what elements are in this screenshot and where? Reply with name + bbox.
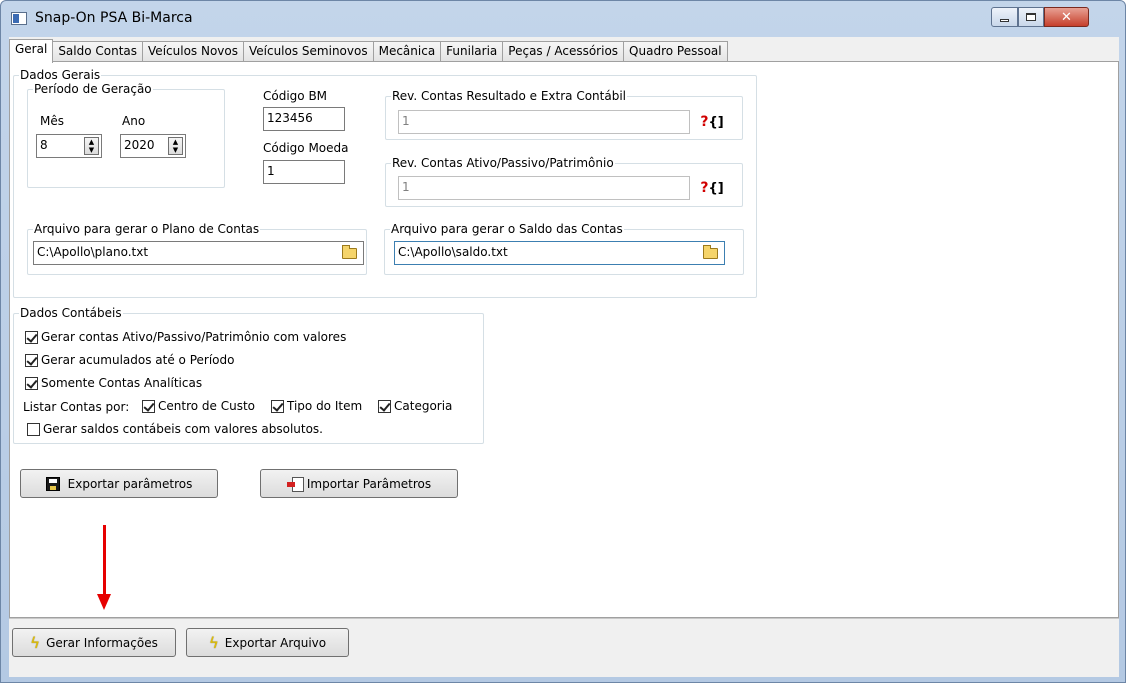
- maximize-icon: [1026, 13, 1036, 21]
- spin-down-icon: ▼: [88, 146, 95, 154]
- importar-parametros-button[interactable]: Importar Parâmetros: [260, 469, 458, 498]
- lookup-icon: ?: [700, 180, 709, 196]
- spin-down-icon: ▼: [172, 146, 179, 154]
- main-window: Snap-On PSA Bi-Marca ✕ Geral Saldo Conta…: [0, 0, 1126, 683]
- ano-spin-edit[interactable]: 2020 ▲ ▼: [120, 134, 186, 158]
- tab-strip: Geral Saldo Contas Veículos Novos Veícul…: [9, 39, 728, 63]
- window-title: Snap-On PSA Bi-Marca: [35, 10, 193, 26]
- title-bar[interactable]: Snap-On PSA Bi-Marca ✕: [1, 1, 1125, 37]
- gerar-informacoes-label: Gerar Informações: [46, 635, 158, 650]
- arquivo-saldo-input[interactable]: C:\Apollo\saldo.txt: [394, 241, 725, 265]
- exportar-parametros-label: Exportar parâmetros: [67, 476, 193, 491]
- save-icon: [45, 476, 60, 491]
- rev-ativo-input[interactable]: 1: [398, 176, 690, 200]
- tab-mecanica[interactable]: Mecânica: [373, 41, 442, 62]
- checkbox-box[interactable]: [271, 399, 284, 413]
- gerar-acumulados-label: Gerar acumulados até o Período: [41, 353, 235, 367]
- rev-resultado-lookup-button[interactable]: ?{]: [700, 110, 724, 134]
- mes-spin-edit[interactable]: 8 ▲ ▼: [36, 134, 102, 158]
- codigo-bm-label: Código BM: [263, 89, 328, 103]
- gerar-ativo-checkbox[interactable]: Gerar contas Ativo/Passivo/Patrimônio co…: [25, 330, 346, 344]
- somente-analiticas-checkbox[interactable]: Somente Contas Analíticas: [25, 376, 202, 390]
- categoria-label: Categoria: [394, 399, 453, 413]
- checkbox-box[interactable]: [25, 353, 38, 367]
- arquivo-saldo-value: C:\Apollo\saldo.txt: [398, 245, 508, 259]
- gerar-acumulados-checkbox[interactable]: Gerar acumulados até o Período: [25, 353, 234, 367]
- tab-veiculos-seminovos[interactable]: Veículos Seminovos: [243, 41, 374, 62]
- minimize-icon: [1000, 18, 1009, 22]
- close-button[interactable]: ✕: [1044, 7, 1089, 27]
- import-icon: [286, 476, 304, 492]
- exportar-arquivo-label: Exportar Arquivo: [224, 635, 327, 650]
- annotation-arrow-head-icon: [97, 594, 111, 610]
- checkbox-box[interactable]: [25, 330, 38, 344]
- codigo-moeda-input[interactable]: 1: [263, 160, 345, 184]
- checkbox-box[interactable]: [25, 376, 38, 390]
- categoria-checkbox[interactable]: Categoria: [378, 399, 452, 413]
- lightning-icon: ϟ: [30, 633, 41, 652]
- app-icon: [11, 12, 27, 25]
- checkbox-box[interactable]: [142, 399, 155, 413]
- importar-parametros-label: Importar Parâmetros: [306, 476, 432, 491]
- spin-up-icon: ▲: [88, 138, 95, 146]
- mes-value: 8: [40, 138, 48, 152]
- saldos-absolutos-checkbox[interactable]: Gerar saldos contábeis com valores absol…: [27, 422, 323, 436]
- folder-icon: [702, 244, 718, 259]
- maximize-button[interactable]: [1018, 7, 1044, 27]
- rev-resultado-input[interactable]: 1: [398, 110, 690, 134]
- tab-veiculos-novos[interactable]: Veículos Novos: [143, 41, 244, 62]
- centro-custo-label: Centro de Custo: [158, 399, 255, 413]
- ano-label: Ano: [122, 114, 146, 128]
- centro-custo-checkbox[interactable]: Centro de Custo: [142, 399, 255, 413]
- spin-up-icon: ▲: [172, 138, 179, 146]
- codigo-bm-input[interactable]: 123456: [263, 107, 345, 131]
- exportar-arquivo-button[interactable]: ϟ Exportar Arquivo: [186, 628, 349, 657]
- rev-resultado-legend: Rev. Contas Resultado e Extra Contábil: [392, 89, 626, 103]
- annotation-arrow-line: [103, 525, 106, 595]
- mes-label: Mês: [40, 114, 64, 128]
- tipo-item-label: Tipo do Item: [287, 399, 363, 413]
- codigo-moeda-label: Código Moeda: [263, 141, 349, 155]
- minimize-button[interactable]: [991, 7, 1018, 27]
- gerar-informacoes-button[interactable]: ϟ Gerar Informações: [12, 628, 176, 657]
- arquivo-plano-legend: Arquivo para gerar o Plano de Contas: [34, 222, 260, 236]
- listar-contas-label: Listar Contas por:: [23, 400, 130, 414]
- lookup-icon: ?: [700, 114, 709, 130]
- bottom-panel: ϟ Gerar Informações ϟ Exportar Arquivo: [9, 618, 1119, 677]
- tipo-item-checkbox[interactable]: Tipo do Item: [271, 399, 362, 413]
- gerar-ativo-label: Gerar contas Ativo/Passivo/Patrimônio co…: [41, 330, 347, 344]
- dados-contabeis-legend: Dados Contábeis: [20, 306, 122, 320]
- ano-spinner[interactable]: ▲ ▼: [168, 137, 183, 155]
- somente-analiticas-label: Somente Contas Analíticas: [41, 376, 203, 390]
- arquivo-saldo-browse-button[interactable]: [700, 244, 720, 262]
- checkbox-box[interactable]: [27, 422, 40, 436]
- folder-icon: [341, 244, 357, 259]
- arquivo-saldo-legend: Arquivo para gerar o Saldo das Contas: [391, 222, 623, 236]
- dados-gerais-legend: Dados Gerais: [20, 68, 101, 82]
- periodo-geracao-legend: Período de Geração: [34, 82, 152, 96]
- tab-geral[interactable]: Geral: [9, 39, 54, 63]
- tab-page-geral: Dados Gerais Período de Geração Mês Ano …: [9, 61, 1119, 618]
- tab-saldo-contas[interactable]: Saldo Contas: [53, 41, 144, 62]
- arquivo-plano-browse-button[interactable]: [339, 244, 359, 262]
- tab-funilaria[interactable]: Funilaria: [441, 41, 504, 62]
- close-icon: ✕: [1061, 9, 1072, 25]
- rev-ativo-lookup-button[interactable]: ?{]: [700, 176, 724, 200]
- tab-quadro-pessoal[interactable]: Quadro Pessoal: [624, 41, 728, 62]
- client-area: Geral Saldo Contas Veículos Novos Veícul…: [9, 37, 1119, 677]
- mes-spinner[interactable]: ▲ ▼: [84, 137, 99, 155]
- lightning-icon: ϟ: [208, 633, 219, 652]
- saldos-absolutos-label: Gerar saldos contábeis com valores absol…: [43, 422, 323, 436]
- ano-value: 2020: [124, 138, 155, 152]
- rev-ativo-legend: Rev. Contas Ativo/Passivo/Patrimônio: [392, 156, 614, 170]
- arquivo-plano-input[interactable]: C:\Apollo\plano.txt: [33, 241, 364, 265]
- checkbox-box[interactable]: [378, 399, 391, 413]
- tab-pecas-acessorios[interactable]: Peças / Acessórios: [503, 41, 625, 62]
- exportar-parametros-button[interactable]: Exportar parâmetros: [20, 469, 218, 498]
- arquivo-plano-value: C:\Apollo\plano.txt: [37, 245, 149, 259]
